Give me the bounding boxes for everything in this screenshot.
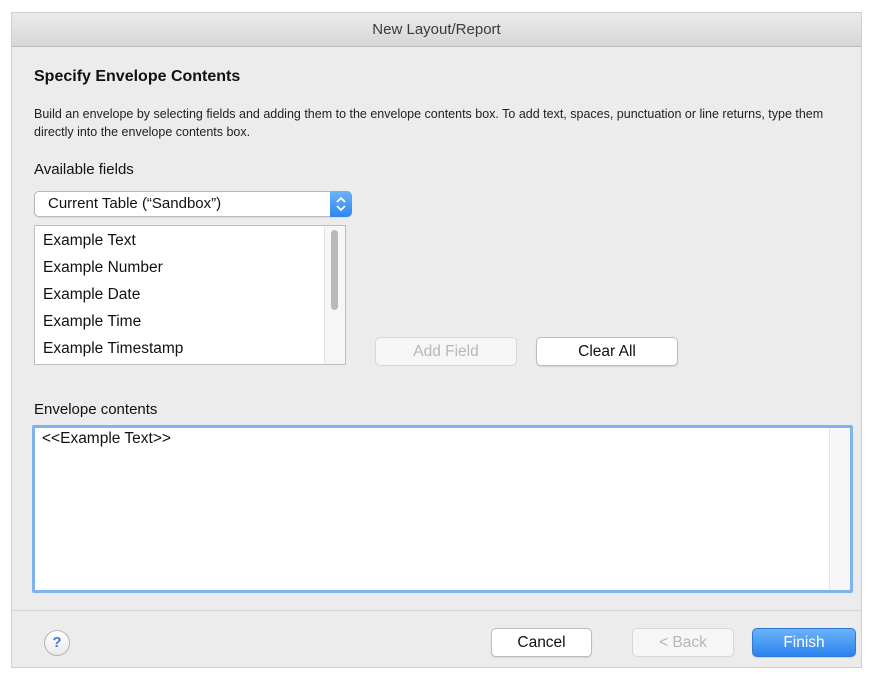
chevron-updown-icon: [330, 191, 352, 217]
envelope-contents-text: <<Example Text>>: [42, 430, 171, 447]
available-fields-label: Available fields: [34, 161, 134, 178]
table-selector-value: Current Table (“Sandbox”): [48, 195, 222, 212]
window-title: New Layout/Report: [12, 13, 861, 47]
list-item-example-text[interactable]: Example Text: [43, 227, 136, 254]
envelope-contents-field[interactable]: <<Example Text>>: [32, 425, 853, 593]
list-item-example-timestamp[interactable]: Example Timestamp: [43, 335, 183, 362]
add-field-button[interactable]: Add Field: [375, 337, 517, 366]
list-item-example-date[interactable]: Example Date: [43, 281, 140, 308]
list-item-example-number[interactable]: Example Number: [43, 254, 163, 281]
help-icon[interactable]: ?: [44, 630, 70, 656]
footer-divider: [12, 610, 861, 611]
clear-all-button[interactable]: Clear All: [536, 337, 678, 366]
fields-scrollbar[interactable]: [324, 226, 345, 364]
envelope-scrollbar[interactable]: [829, 428, 850, 590]
instructions-text: Build an envelope by selecting fields an…: [34, 107, 824, 139]
finish-button[interactable]: Finish: [752, 628, 856, 657]
available-fields-list[interactable]: Example Text Example Number Example Date…: [34, 225, 346, 365]
back-button[interactable]: < Back: [632, 628, 734, 657]
fields-scrollbar-thumb[interactable]: [331, 230, 338, 310]
dialog-window: New Layout/Report Specify Envelope Conte…: [11, 12, 862, 668]
envelope-contents-label: Envelope contents: [34, 401, 158, 418]
table-selector-popup[interactable]: Current Table (“Sandbox”): [34, 191, 352, 217]
list-item-example-time[interactable]: Example Time: [43, 308, 141, 335]
section-title: Specify Envelope Contents: [34, 68, 241, 85]
cancel-button[interactable]: Cancel: [491, 628, 592, 657]
